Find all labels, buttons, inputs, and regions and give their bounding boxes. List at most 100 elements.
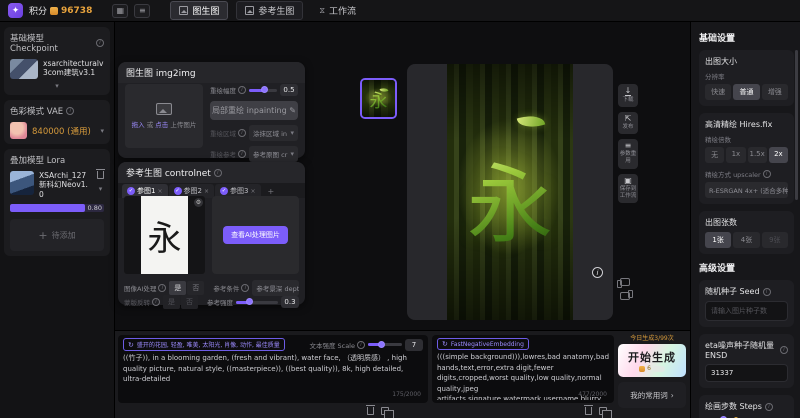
grid-view-button[interactable]: ▦ (112, 4, 128, 18)
save-workflow-button[interactable]: ▣ 保存到工作流 (618, 174, 638, 203)
thumbs-down-icon[interactable] (620, 292, 630, 300)
lora-card: 叠加模型 Lora XSArchi_127新科幻Neov1.0 ▾ 0.80 +… (4, 149, 110, 256)
hires-scale-options: 无 1x 1.5x 2x (705, 147, 788, 163)
feedback-buttons (620, 278, 630, 300)
negative-prompt-input[interactable]: (((simple background))),lowres,bad anato… (437, 352, 609, 400)
generate-button[interactable]: 开始生成 6 (618, 344, 686, 377)
strength-value: 0.3 (281, 296, 299, 308)
region-dropdown[interactable]: 涂抹区域 in▾ (249, 125, 298, 141)
check-icon: ✓ (220, 187, 228, 195)
close-icon[interactable]: × (250, 188, 255, 195)
inpainting-button[interactable]: 局部重绘 inpainting ✎ (210, 101, 298, 120)
seed-title: 随机种子 Seed (705, 286, 760, 297)
tab-workflow[interactable]: ⧖ 工作流 (311, 2, 364, 19)
text-scale-value[interactable]: 7 (405, 339, 423, 351)
text-scale-slider[interactable] (368, 343, 402, 346)
publish-button[interactable]: ⇱ 发布 (618, 112, 638, 134)
denoise-slider[interactable] (249, 89, 277, 92)
prompt-bar: ↻ 盛开的花园, 轻盈, 唯美, 太阳光, 肖像, 动作, 最佳质量 文本强度 … (115, 330, 690, 418)
trash-icon[interactable] (97, 171, 104, 179)
info-icon[interactable]: i (66, 107, 74, 115)
close-icon[interactable]: × (157, 188, 162, 195)
lora-weight-slider[interactable]: 0.80 (10, 204, 104, 212)
info-icon[interactable]: i (96, 39, 104, 47)
chevron-down-icon[interactable]: ▾ (10, 82, 104, 90)
view-ai-image-button[interactable]: 查看AI处理图片 (223, 226, 288, 244)
info-icon: i (152, 298, 160, 306)
trash-icon[interactable] (585, 407, 592, 415)
generated-character: 永 (467, 135, 553, 260)
copy-icon[interactable] (599, 407, 607, 415)
tab-reference[interactable]: 参考生图 (236, 1, 303, 20)
tab-img2img[interactable]: 图生图 (170, 1, 228, 20)
refmode-dropdown[interactable]: 参考原图 cr▾ (249, 146, 298, 162)
workspace-canvas: 图生图 img2img 拖入 或 点击 上传图片 重绘幅度i 0.5 局部重绘 … (115, 22, 690, 418)
save-icon: ▣ (624, 177, 632, 185)
strength-slider[interactable] (236, 301, 278, 304)
app-logo[interactable]: ✦ (8, 3, 23, 18)
condition-dropdown[interactable]: 参考景深 dept▾ (252, 280, 299, 296)
image-info-icon[interactable]: i (592, 267, 603, 278)
thumbs-up-icon[interactable] (620, 278, 630, 286)
hires-2x[interactable]: 2x (769, 147, 788, 163)
hires-scale-label: 精绘倍数 (705, 134, 788, 144)
hires-1x[interactable]: 1x (726, 147, 745, 163)
ai-process-toggle[interactable]: 是否 (169, 281, 204, 295)
vae-thumbnail (10, 122, 27, 139)
hires-card: 高清精绘 Hires.fix 精绘倍数 无 1x 1.5x 2x 精绘方式 up… (699, 113, 794, 204)
hires-15x[interactable]: 1.5x (748, 147, 767, 163)
chevron-down-icon: ▾ (100, 127, 104, 135)
checkpoint-name: xsarchitecturalv3com建筑v3.1 (43, 59, 104, 78)
reuse-params-button[interactable]: ≡ 参数重用 (618, 139, 638, 168)
mask-invert-label: 蒙版反转 (124, 297, 150, 307)
info-icon: i (158, 284, 166, 292)
positive-preset-pill[interactable]: ↻ 盛开的花园, 轻盈, 唯美, 太阳光, 肖像, 动作, 最佳质量 (123, 338, 285, 351)
reference-image: 永 (141, 196, 188, 274)
img2img-panel-title: 图生图 img2img (126, 66, 196, 79)
image-upload-dropzone[interactable]: 拖入 或 点击 上传图片 (125, 84, 203, 148)
lora-row[interactable]: XSArchi_127新科幻Neov1.0 ▾ (10, 171, 104, 199)
add-lora-button[interactable]: + 待添加 (10, 219, 104, 251)
strength-label: 参考强度 (207, 297, 233, 307)
seed-input[interactable]: 请输入图片种子数 (705, 301, 788, 321)
denoise-value[interactable]: 0.5 (280, 84, 298, 96)
result-thumbnail-selected[interactable]: 永 (360, 78, 397, 119)
info-icon: i (780, 346, 788, 354)
close-icon[interactable]: × (204, 188, 209, 195)
download-button[interactable]: ↓ 下载 (618, 84, 638, 107)
bookmark-icon (245, 6, 254, 15)
info-icon: i (763, 288, 771, 296)
res-option-fast[interactable]: 快速 (705, 84, 731, 100)
ensd-input[interactable]: 31337 (705, 364, 788, 382)
positive-prompt-input[interactable]: ((竹子)), in a blooming garden, (fresh and… (123, 353, 423, 400)
upscaler-dropdown[interactable]: R-ESRGAN 4x+ (适合多种风▾ (705, 182, 788, 198)
gear-icon[interactable]: ⚙ (194, 198, 203, 207)
sidebar-scrollbar[interactable] (795, 50, 798, 200)
generated-image[interactable]: 永 (447, 64, 573, 320)
info-icon: i (357, 341, 365, 349)
count-1[interactable]: 1张 (705, 232, 731, 248)
count-4[interactable]: 4张 (733, 232, 759, 248)
credits-label: 积分 (29, 4, 47, 17)
res-option-enhanced[interactable]: 增强 (762, 84, 788, 100)
steps-title: 绘画步数 Steps (705, 401, 762, 412)
download-icon: ↓ (625, 87, 632, 96)
resolution-options: 快速 普通 增强 (705, 84, 788, 100)
res-option-normal[interactable]: 普通 (733, 84, 759, 100)
positive-prompt-box: ↻ 盛开的花园, 轻盈, 唯美, 太阳光, 肖像, 动作, 最佳质量 文本强度 … (118, 335, 428, 403)
image-icon (179, 6, 188, 15)
copy-icon[interactable] (381, 407, 389, 415)
vae-select[interactable]: 840000 (通用) ▾ (10, 122, 104, 139)
trash-icon[interactable] (367, 407, 374, 415)
negative-preset-pill[interactable]: ↻ FastNegativeEmbedding (437, 338, 529, 350)
chevron-down-icon[interactable]: ▾ (99, 185, 103, 193)
checkpoint-row[interactable]: xsarchitecturalv3com建筑v3.1 (10, 59, 104, 79)
ai-processed-box: 查看AI处理图片 (212, 196, 299, 274)
menu-button[interactable]: ≡ (134, 4, 150, 18)
reference-image-frame[interactable]: 永 ⚙ (124, 196, 205, 274)
info-icon[interactable]: i (214, 169, 222, 177)
info-icon: i (238, 150, 246, 158)
chevron-down-icon: ▾ (290, 150, 294, 158)
hires-none[interactable]: 无 (705, 147, 724, 163)
favorite-prompts-button[interactable]: 我的常用词 › (618, 382, 686, 408)
